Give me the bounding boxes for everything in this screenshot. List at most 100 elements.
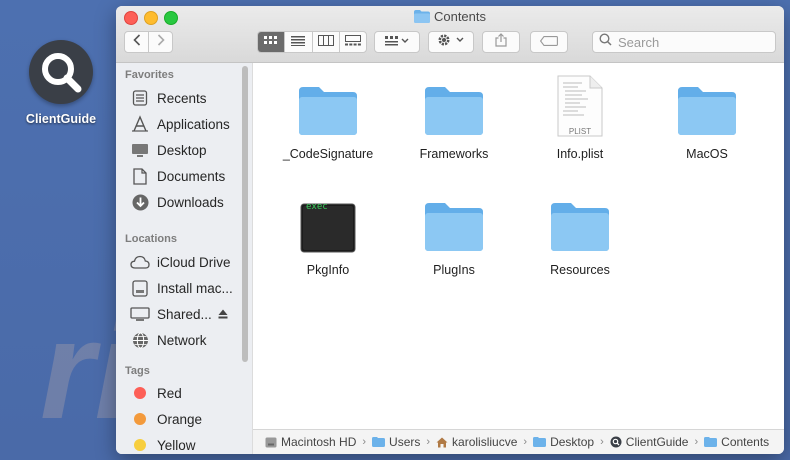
folder-icon: [268, 75, 388, 137]
grid-icon: [264, 33, 278, 51]
path-separator: ›: [426, 436, 431, 448]
applications-icon: [130, 115, 150, 133]
sidebar-item-tag-yellow[interactable]: Yellow: [130, 434, 250, 454]
terminal-exec-icon: exec: [268, 191, 388, 253]
exec-label: exec: [306, 202, 328, 212]
icon-view-button[interactable]: [258, 32, 285, 52]
path-bar: Macintosh HD › Users › karolisliucve › D…: [253, 429, 784, 454]
download-icon: [130, 193, 150, 211]
search-input[interactable]: [616, 33, 770, 51]
path-item-clientguide[interactable]: ClientGuide: [610, 435, 689, 449]
path-label: karolisliucve: [452, 435, 518, 449]
desktop-app-label: ClientGuide: [25, 112, 97, 126]
path-item-desktop[interactable]: Desktop: [533, 435, 594, 449]
file-name: PkgInfo: [306, 263, 350, 277]
list-icon: [291, 33, 306, 51]
file-area: _CodeSignature Frameworks PLIST Info.pli…: [253, 63, 784, 430]
sidebar-item-icloud-drive[interactable]: iCloud Drive: [130, 251, 250, 273]
gallery-icon: [344, 33, 361, 51]
sidebar-item-desktop[interactable]: Desktop: [130, 139, 250, 161]
nav-button-group: [124, 31, 173, 53]
share-button[interactable]: [482, 31, 520, 53]
path-item-home[interactable]: karolisliucve: [436, 435, 517, 449]
sidebar-item-shared[interactable]: Shared...: [130, 303, 250, 325]
disk-icon: [130, 279, 150, 297]
file-item-codesignature[interactable]: _CodeSignature: [268, 75, 388, 161]
file-name: MacOS: [686, 147, 728, 161]
folder-icon: [372, 437, 386, 447]
folder-icon: [394, 75, 514, 137]
globe-icon: [130, 331, 150, 349]
sidebar-item-tag-red[interactable]: Red: [130, 382, 250, 404]
gear-icon: [437, 33, 465, 52]
tags-button[interactable]: [530, 31, 568, 53]
sidebar-item-applications[interactable]: Applications: [130, 113, 250, 135]
path-label: Users: [389, 435, 421, 449]
eject-icon[interactable]: [218, 309, 228, 319]
file-item-frameworks[interactable]: Frameworks: [394, 75, 514, 161]
sidebar-item-recents[interactable]: Recents: [130, 87, 250, 109]
magnifier-icon: [610, 436, 622, 448]
sidebar-heading-locations: Locations: [125, 233, 177, 245]
tag-dot-yellow: [130, 436, 150, 454]
search-icon: [599, 33, 612, 51]
tag-dot-red: [130, 384, 150, 402]
sidebar-heading-favorites: Favorites: [125, 69, 174, 81]
file-item-info-plist[interactable]: PLIST Info.plist: [520, 75, 640, 161]
sidebar-item-label: iCloud Drive: [157, 254, 231, 270]
path-separator: ›: [362, 436, 367, 448]
sidebar-item-label: Desktop: [157, 142, 207, 158]
disk-icon: [265, 437, 277, 448]
folder-icon: [394, 191, 514, 253]
desktop-icon: [130, 141, 150, 159]
search-field[interactable]: [592, 31, 776, 53]
path-item-contents[interactable]: Contents: [704, 435, 769, 449]
sidebar-item-label: Downloads: [157, 194, 224, 210]
sidebar-item-downloads[interactable]: Downloads: [130, 191, 250, 213]
sidebar-item-tag-orange[interactable]: Orange: [130, 408, 250, 430]
tag-icon: [539, 33, 558, 51]
sidebar-scrollbar[interactable]: [241, 63, 249, 454]
folder-icon: [520, 191, 640, 253]
sidebar-item-label: Applications: [157, 116, 230, 132]
chevron-left-icon: [132, 33, 141, 51]
list-view-button[interactable]: [284, 32, 311, 52]
sidebar-scroll-thumb[interactable]: [242, 66, 248, 362]
file-item-plugins[interactable]: PlugIns: [394, 191, 514, 277]
tag-dot-orange: [130, 410, 150, 428]
action-button[interactable]: [428, 31, 474, 53]
cloud-icon: [130, 253, 150, 271]
chevron-right-icon: [157, 33, 165, 51]
desktop-app-icon[interactable]: ClientGuide: [18, 40, 104, 126]
file-name: _CodeSignature: [282, 147, 374, 161]
sidebar-item-install-mac[interactable]: Install mac...: [130, 277, 250, 299]
view-mode-group: [257, 31, 367, 53]
file-name: Info.plist: [556, 147, 604, 161]
back-button[interactable]: [125, 32, 148, 52]
sidebar: Favorites Recents Applications Desktop D…: [116, 63, 253, 454]
path-label: Macintosh HD: [281, 435, 357, 449]
file-name: Frameworks: [419, 147, 489, 161]
group-by-button[interactable]: [374, 31, 420, 53]
column-view-button[interactable]: [311, 32, 339, 52]
window-title: Contents: [116, 9, 784, 26]
folder-icon: [533, 437, 547, 447]
path-item-macintosh-hd[interactable]: Macintosh HD: [265, 435, 356, 449]
sidebar-item-label: Red: [157, 385, 182, 401]
columns-icon: [317, 33, 334, 51]
sidebar-item-documents[interactable]: Documents: [130, 165, 250, 187]
sidebar-item-label: Network: [157, 332, 207, 348]
path-separator: ›: [523, 436, 528, 448]
file-item-resources[interactable]: Resources: [520, 191, 640, 277]
path-label: ClientGuide: [625, 435, 689, 449]
file-item-pkginfo[interactable]: exec PkgInfo: [268, 191, 388, 277]
home-icon: [436, 437, 448, 448]
path-item-users[interactable]: Users: [372, 435, 420, 449]
forward-button[interactable]: [148, 32, 172, 52]
document-icon: [130, 167, 150, 185]
monitor-icon: [130, 305, 150, 323]
file-item-macos[interactable]: MacOS: [647, 75, 767, 161]
group-grid-icon: [385, 33, 409, 51]
sidebar-item-network[interactable]: Network: [130, 329, 250, 351]
gallery-view-button[interactable]: [338, 32, 366, 52]
